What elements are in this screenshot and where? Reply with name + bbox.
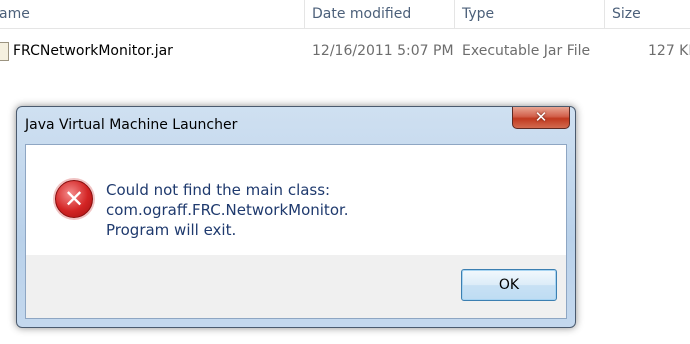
error-x-glyph: ✕ (63, 185, 85, 213)
file-date: 12/16/2011 5:07 PM (312, 43, 454, 59)
column-size[interactable]: Size (604, 0, 690, 28)
sort-arrow-icon: ⌃ (140, 0, 148, 7)
column-date-label: Date modified (312, 6, 412, 22)
dialog-title: Java Virtual Machine Launcher (25, 117, 238, 133)
column-date-modified[interactable]: Date modified (304, 0, 454, 28)
jar-file-icon (0, 42, 9, 61)
error-message: Could not find the main class: com.ograf… (106, 180, 566, 240)
column-type-label: Type (462, 6, 495, 22)
message-line-1: Could not find the main class: com.ograf… (106, 181, 349, 219)
error-icon: ✕ (55, 180, 93, 218)
column-size-label: Size (612, 6, 641, 22)
close-button[interactable]: ✕ (512, 107, 570, 129)
file-type: Executable Jar File (462, 43, 591, 59)
file-row[interactable]: FRCNetworkMonitor.jar 12/16/2011 5:07 PM… (0, 38, 690, 64)
column-name-label: ame (0, 6, 30, 22)
ok-button[interactable]: OK (461, 269, 557, 301)
error-dialog: Java Virtual Machine Launcher ✕ ✕ Could … (16, 106, 576, 328)
message-area: ✕ Could not find the main class: com.ogr… (26, 145, 566, 255)
close-icon: ✕ (534, 108, 548, 126)
column-header: ame ⌃ Date modified Type Size (0, 0, 690, 29)
button-area: OK (26, 255, 566, 318)
file-size: 127 KE (648, 43, 690, 59)
file-name: FRCNetworkMonitor.jar (13, 43, 173, 59)
column-name[interactable]: ame (0, 0, 304, 28)
dialog-body: ✕ Could not find the main class: com.ogr… (25, 144, 567, 319)
column-type[interactable]: Type (454, 0, 604, 28)
message-line-2: Program will exit. (106, 221, 237, 239)
